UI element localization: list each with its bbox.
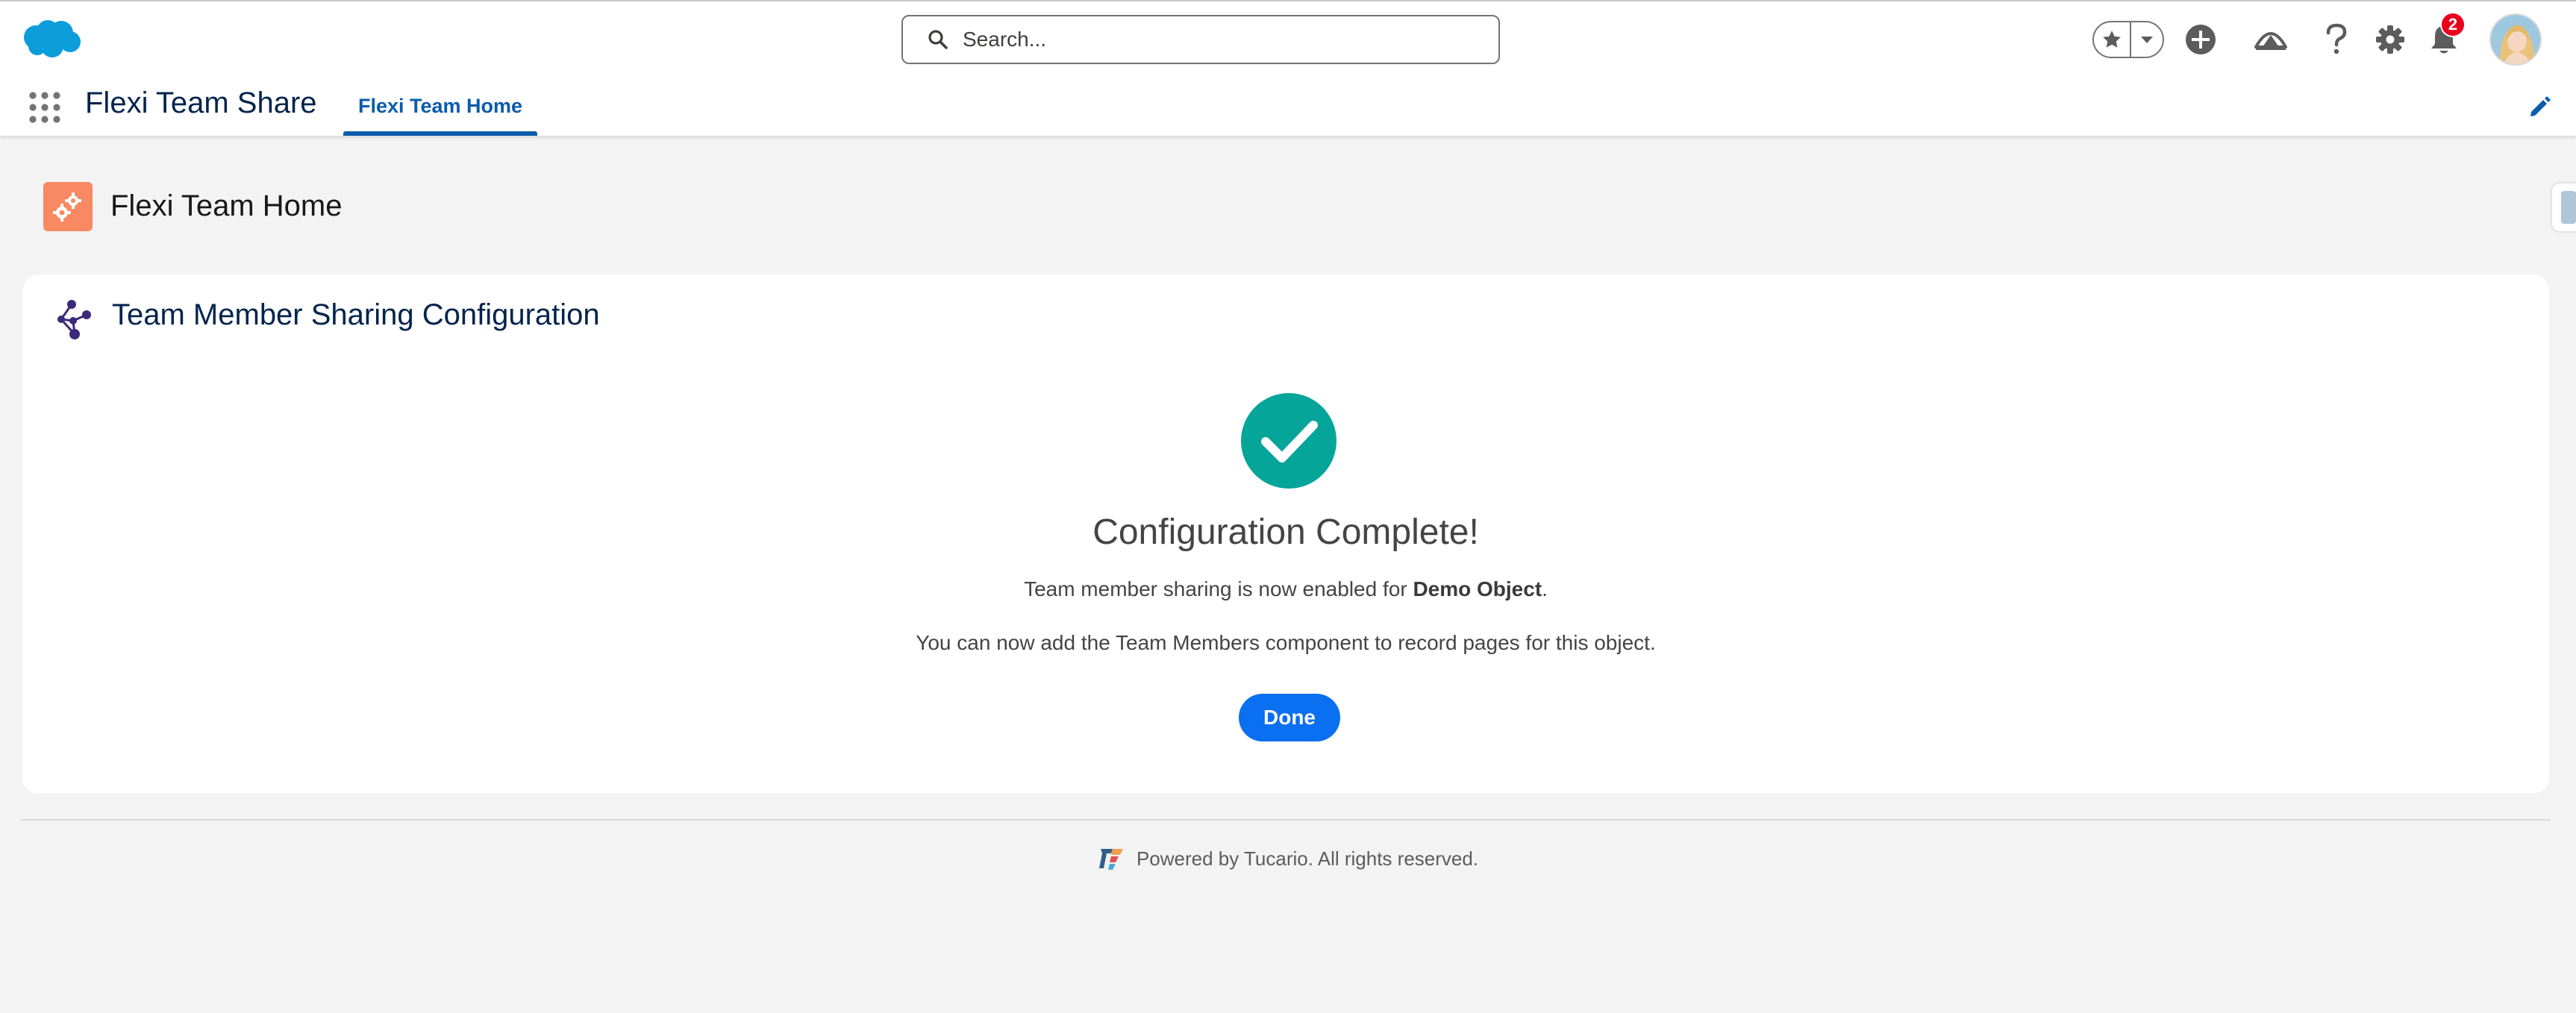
page-icon	[43, 182, 93, 231]
plus-circle-icon	[2186, 25, 2216, 54]
global-search[interactable]	[901, 15, 1500, 64]
app-name: Flexi Team Share	[85, 87, 317, 119]
global-actions-button[interactable]	[2182, 21, 2219, 58]
footer: Powered by Tucario. All rights reserved.	[0, 846, 2576, 871]
setup-button[interactable]	[2372, 21, 2409, 58]
user-photo	[2491, 15, 2540, 64]
tab-flexi-team-home[interactable]: Flexi Team Home	[343, 76, 537, 136]
gear-icon	[2376, 25, 2404, 54]
user-avatar[interactable]	[2489, 13, 2542, 66]
chevron-down-icon	[2141, 37, 2153, 43]
gears-icon	[53, 192, 81, 222]
trailhead-icon	[2254, 32, 2287, 50]
favorites-button[interactable]	[2094, 22, 2131, 57]
question-icon	[2326, 23, 2347, 54]
object-name: Demo Object	[1413, 577, 1542, 600]
footer-divider	[21, 819, 2551, 821]
footer-text: Powered by Tucario. All rights reserved.	[1136, 847, 1479, 870]
page-title: Flexi Team Home	[110, 189, 343, 222]
global-header: 2	[0, 0, 2576, 76]
search-input[interactable]	[963, 28, 1470, 51]
trailhead-button[interactable]	[2252, 21, 2289, 58]
star-icon	[2103, 31, 2121, 48]
search-icon	[928, 30, 948, 49]
network-icon	[57, 300, 91, 339]
favorites-group	[2092, 21, 2164, 58]
configuration-card: Team Member Sharing Configuration Config…	[22, 275, 2549, 794]
checkmark-circle-icon	[1241, 393, 1337, 489]
waffle-icon[interactable]	[27, 90, 63, 125]
message-prefix: Team member sharing is now enabled for	[1024, 577, 1413, 600]
success-heading: Configuration Complete!	[1092, 512, 1479, 552]
next-steps-message: You can now add the Team Members compone…	[916, 631, 1656, 654]
tucario-logo-icon	[1098, 849, 1123, 870]
notification-count-badge: 2	[2440, 12, 2466, 37]
success-message: Team member sharing is now enabled for D…	[22, 577, 2549, 601]
card-title: Team Member Sharing Configuration	[112, 298, 600, 331]
done-button[interactable]: Done	[1239, 694, 1340, 741]
favorites-list-button[interactable]	[2131, 22, 2163, 57]
utility-panel-toggle[interactable]	[2552, 184, 2576, 231]
message-suffix: .	[1542, 577, 1548, 600]
salesforce-logo[interactable]	[19, 16, 84, 61]
help-button[interactable]	[2318, 21, 2355, 58]
pencil-icon[interactable]	[2527, 94, 2552, 119]
app-navigation-bar: Flexi Team Share Flexi Team Home	[0, 76, 2576, 136]
